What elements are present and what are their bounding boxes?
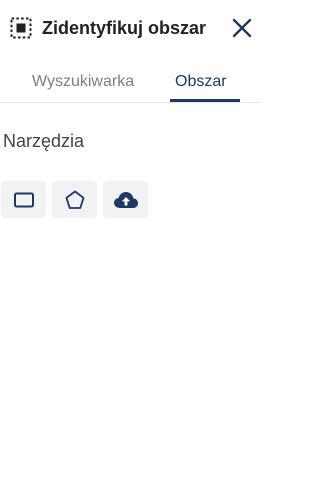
active-tab-indicator — [170, 99, 240, 102]
tab-bar: Wyszukiwarka Obszar — [0, 62, 262, 103]
tools-heading: Narzędzia — [3, 131, 85, 151]
upload-file-button[interactable] — [103, 181, 148, 218]
panel-title: Zidentyfikuj obszar — [42, 18, 207, 38]
tab-search[interactable]: Wyszukiwarka — [32, 72, 134, 92]
area-select-icon — [10, 17, 32, 39]
draw-rectangle-button[interactable] — [1, 181, 46, 218]
close-icon[interactable] — [231, 17, 253, 39]
tab-area[interactable]: Obszar — [175, 72, 227, 92]
draw-polygon-button[interactable] — [52, 181, 97, 218]
panel-header: Zidentyfikuj obszar — [0, 0, 262, 56]
identify-area-panel: Zidentyfikuj obszar Wyszukiwarka Obszar … — [0, 0, 262, 500]
